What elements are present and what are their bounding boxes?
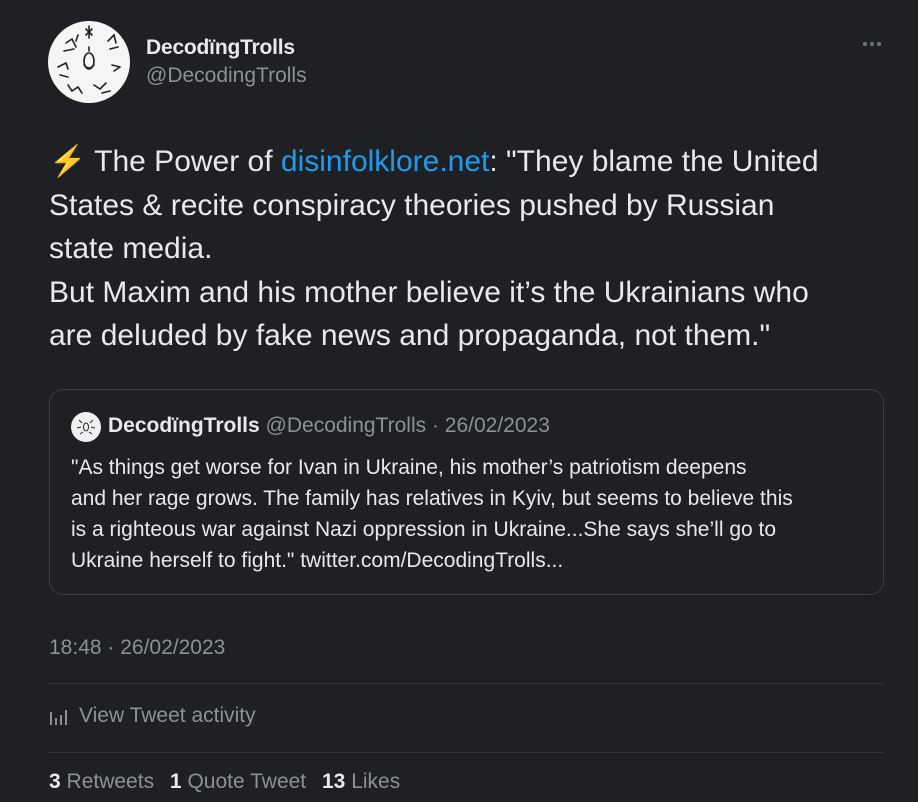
- tweet-line: But Maxim and his mother believe it’s th…: [49, 275, 809, 309]
- quote-tweets-count: 1: [169, 770, 182, 793]
- likes-stat[interactable]: 13 Likes: [322, 770, 400, 793]
- analytics-icon: [50, 710, 67, 725]
- quoted-line: "As things get worse for Ivan in Ukraine…: [71, 456, 747, 479]
- divider: [49, 683, 884, 684]
- more-dot-icon: [877, 42, 881, 46]
- divider: [49, 752, 884, 753]
- more-dot-icon: [870, 42, 874, 46]
- disinfolklore-link[interactable]: disinfolklore.net: [281, 145, 489, 178]
- tweet-stats: 3 Retweets 1 Quote Tweet 13 Likes: [49, 770, 410, 794]
- avatar-doodle-icon: [57, 25, 121, 94]
- retweets-count: 3: [49, 770, 61, 793]
- quoted-line: is a righteous war against Nazi oppressi…: [71, 518, 777, 541]
- author-avatar[interactable]: [48, 21, 130, 103]
- author-handle[interactable]: @DecodingTrolls: [146, 64, 307, 88]
- quoted-author-avatar: [71, 412, 101, 442]
- quoted-line: Ukraine herself to fight." twitter.com/D…: [71, 549, 564, 572]
- quoted-tweet-card[interactable]: DecodïngTrolls @DecodingTrolls · 26/02/2…: [49, 389, 884, 595]
- more-options-button[interactable]: [856, 34, 888, 54]
- tweet-text-suffix: : "They blame the United: [489, 145, 819, 178]
- lightning-icon: ⚡: [49, 145, 87, 178]
- tweet: DecodïngTrolls @DecodingTrolls ⚡ The Pow…: [0, 0, 918, 802]
- quoted-author-name: DecodïngTrolls: [108, 414, 260, 437]
- tweet-line: state media.: [49, 232, 213, 265]
- tweet-timestamp[interactable]: 18:48 · 26/02/2023: [49, 636, 225, 660]
- tweet-line: are deluded by fake news and propaganda,…: [49, 319, 771, 352]
- author-name[interactable]: DecodïngTrolls: [146, 36, 295, 60]
- view-tweet-activity-button[interactable]: View Tweet activity: [49, 702, 256, 730]
- tweet-text: ⚡ The Power of disinfolklore.net: "They …: [49, 140, 894, 358]
- quoted-line: and her rage grows. The family has relat…: [71, 487, 793, 510]
- quoted-author-meta: @DecodingTrolls · 26/02/2023: [265, 414, 550, 437]
- avatar-doodle-icon: [76, 419, 96, 435]
- tweet-text-prefix: The Power of: [86, 145, 281, 178]
- quote-tweets-label: Quote Tweet: [187, 770, 307, 793]
- tweet-line: ⚡ The Power of disinfolklore.net: "They …: [49, 140, 894, 184]
- likes-count: 13: [322, 770, 346, 793]
- tweet-line: States & recite conspiracy theories push…: [49, 188, 775, 222]
- quoted-header: DecodïngTrolls @DecodingTrolls · 26/02/2…: [108, 414, 550, 438]
- more-dot-icon: [863, 42, 867, 46]
- likes-label: Likes: [351, 770, 401, 793]
- view-tweet-activity-label: View Tweet activity: [79, 704, 256, 727]
- quoted-text: "As things get worse for Ivan in Ukraine…: [71, 452, 871, 576]
- retweets-label: Retweets: [66, 770, 155, 793]
- quote-tweets-stat[interactable]: 1 Quote Tweet: [170, 770, 306, 793]
- retweets-stat[interactable]: 3 Retweets: [49, 770, 154, 793]
